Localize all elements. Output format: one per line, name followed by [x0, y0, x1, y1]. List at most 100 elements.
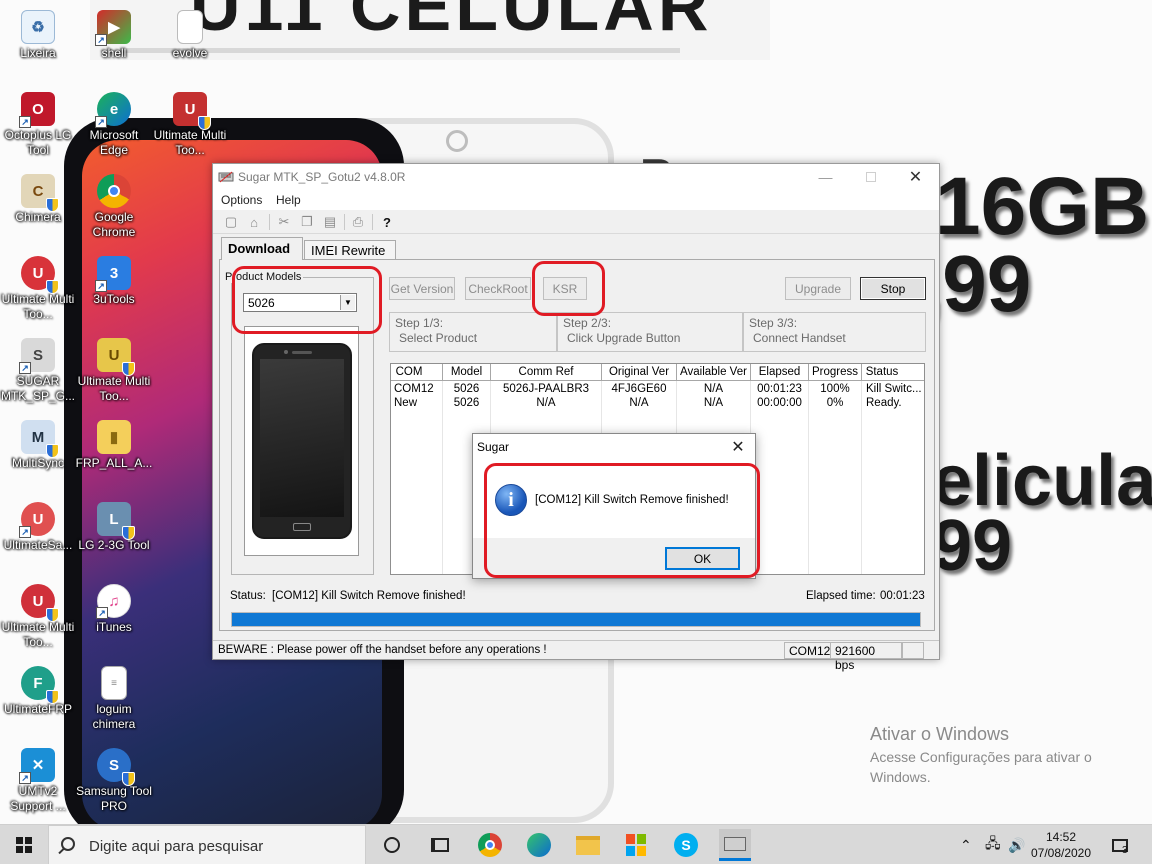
step-1: Step 1/3: Select Product	[389, 312, 557, 352]
maximize-button[interactable]	[848, 164, 893, 190]
desktop-icon-octoplus[interactable]: O ↗ Octoplus LG Tool	[0, 92, 76, 158]
step-2: Step 2/3: Click Upgrade Button	[557, 312, 743, 352]
desktop-icon-itunes[interactable]: ♫ ↗ iTunes	[76, 584, 152, 635]
desktop-icon-evolve[interactable]: evolve	[152, 10, 228, 61]
copy-icon[interactable]: ❐	[298, 213, 316, 231]
ok-button[interactable]: OK	[665, 547, 740, 570]
grid-cell: 5026	[453, 383, 480, 395]
column-header[interactable]: Available Ver	[677, 365, 750, 380]
activation-watermark-title: Ativar o Windows	[870, 724, 1010, 744]
desktop-icon-chimera[interactable]: C Chimera	[0, 174, 76, 225]
menu-help[interactable]: Help	[276, 193, 301, 207]
dialog-message: [COM12] Kill Switch Remove finished!	[535, 494, 729, 506]
multisync-icon: M	[21, 420, 59, 458]
desktop-icon-multisync[interactable]: M MultiSync	[0, 420, 76, 471]
edge-icon	[527, 833, 551, 857]
desktop-icon-ultimate-2[interactable]: U Ultimate Multi Too...	[0, 256, 76, 322]
edge-icon: e ↗	[95, 92, 131, 128]
column-header[interactable]: Progress	[809, 365, 861, 380]
desktop-icon-ultimate-1[interactable]: U Ultimate Multi Too...	[152, 92, 228, 158]
product-model-select[interactable]: 5026 ▼	[243, 293, 357, 312]
column-header[interactable]: Comm Ref	[491, 365, 601, 380]
close-button[interactable]: ✕	[893, 164, 938, 190]
progress-fill	[232, 613, 920, 626]
column-header[interactable]: COM	[391, 365, 427, 380]
dialog-close-button[interactable]: ✕	[725, 436, 751, 458]
desktop-icon-frp-folder[interactable]: ▮ FRP_ALL_A...	[76, 420, 152, 471]
step-1-title: Step 1/3:	[395, 316, 444, 330]
cortana-icon	[384, 837, 400, 853]
desktop-icon-ultimatefrp[interactable]: F UltimateFRP	[0, 666, 76, 717]
step-3: Step 3/3: Connect Handset	[743, 312, 926, 352]
grid-cell: N/A	[703, 397, 724, 409]
notification-button[interactable]: 3	[1112, 825, 1128, 864]
menu-options[interactable]: Options	[221, 193, 262, 207]
taskbar-edge[interactable]	[523, 829, 555, 861]
column-header[interactable]: Elapsed	[751, 365, 808, 380]
cut-icon[interactable]: ✂	[275, 213, 293, 231]
minimize-button[interactable]: —	[803, 164, 848, 190]
skype-icon: S	[674, 833, 698, 857]
tab-imei-rewrite[interactable]: IMEI Rewrite	[304, 240, 396, 260]
taskbar-chrome[interactable]	[474, 829, 506, 861]
desktop-icon-sugar[interactable]: S ↗ SUGAR MTK_SP_G...	[0, 338, 76, 404]
desktop-icon-lg-tool[interactable]: L LG 2-3G Tool	[76, 502, 152, 553]
taskbar-file-explorer[interactable]	[572, 829, 604, 861]
column-header[interactable]: Original Ver	[602, 365, 676, 380]
taskbar-store[interactable]	[621, 829, 653, 861]
phone-preview	[244, 326, 359, 556]
taskbar-search[interactable]: Digite aqui para pesquisar	[48, 825, 366, 864]
desktop-icon-shell[interactable]: ▶ ↗ shell	[76, 10, 152, 61]
desktop-icon-loguim[interactable]: ≡ loguim chimera	[76, 666, 152, 732]
taskbar-sugar[interactable]	[719, 829, 751, 861]
network-icon[interactable]: 🖧	[985, 825, 1001, 864]
status-bar: BEWARE : Please power off the handset be…	[213, 640, 939, 672]
tray-chevron-up-icon[interactable]: ⌃	[960, 825, 972, 864]
recycle-bin-icon: ♻	[21, 10, 55, 44]
wallpaper-banner-text: U11 CELULAR	[190, 0, 713, 45]
taskbar: Digite aqui para pesquisar S ⌃ 🖧 🔊 14:52…	[0, 824, 1152, 864]
title-bar[interactable]: Sugar MTK_SP_Gotu2 v4.8.0R — ✕	[213, 164, 939, 190]
chevron-down-icon[interactable]: ▼	[340, 295, 355, 310]
open-icon[interactable]: ⌂	[245, 213, 263, 231]
start-button[interactable]	[0, 825, 48, 864]
new-icon[interactable]: ▢	[222, 213, 240, 231]
3utools-icon: 3 ↗	[95, 256, 131, 292]
desktop-icon-ultimatesa[interactable]: U ↗ UltimateSa...	[0, 502, 76, 553]
grid-cell: 100%	[820, 383, 850, 395]
desktop-icon-lixeira[interactable]: ♻ Lixeira	[0, 10, 76, 61]
ksr-button[interactable]: KSR	[543, 277, 587, 300]
volume-icon[interactable]: 🔊	[1008, 825, 1025, 864]
print-icon[interactable]: ⎙	[349, 213, 367, 231]
check-root-button[interactable]: CheckRoot	[465, 277, 531, 300]
column-header[interactable]: Status	[862, 365, 902, 380]
desktop-icon-umt[interactable]: ✕ ↗ UMTv2 Support ...	[0, 748, 76, 814]
baud-panel: 921600 bps	[830, 642, 902, 672]
help-icon[interactable]: ?	[378, 213, 396, 231]
activation-watermark-line1: Acesse Configurações para ativar o	[870, 749, 1092, 765]
product-models-label: Product Models	[223, 271, 304, 283]
desktop-icon-ultimate-4[interactable]: U Ultimate Multi Too...	[0, 584, 76, 650]
file-icon	[177, 10, 203, 44]
cortana-button[interactable]	[376, 829, 408, 861]
upgrade-button[interactable]: Upgrade	[785, 277, 851, 300]
tab-download[interactable]: Download	[221, 237, 303, 260]
stop-button[interactable]: Stop	[860, 277, 926, 300]
ultimate-icon: U	[173, 92, 211, 130]
step-3-title: Step 3/3:	[749, 316, 798, 330]
chimera-icon: C	[21, 174, 59, 212]
task-view-button[interactable]	[424, 829, 456, 861]
desktop-icon-3utools[interactable]: 3 ↗ 3uTools	[76, 256, 152, 307]
lg-tool-icon: L	[97, 502, 135, 540]
paste-icon[interactable]: ▤	[321, 213, 339, 231]
column-header[interactable]: Model	[443, 365, 490, 380]
desktop-icon-ultimate-3[interactable]: U Ultimate Multi Too...	[76, 338, 152, 404]
chrome-icon	[478, 833, 502, 857]
toolbar-divider	[344, 214, 345, 230]
desktop-icon-samsung-tool[interactable]: S Samsung Tool PRO	[76, 748, 152, 814]
clock[interactable]: 14:52 07/08/2020	[1026, 829, 1096, 861]
get-version-button[interactable]: Get Version	[389, 277, 455, 300]
desktop-icon-chrome[interactable]: Google Chrome	[76, 174, 152, 240]
taskbar-skype[interactable]: S	[670, 829, 702, 861]
desktop-icon-edge[interactable]: e ↗ Microsoft Edge	[76, 92, 152, 158]
